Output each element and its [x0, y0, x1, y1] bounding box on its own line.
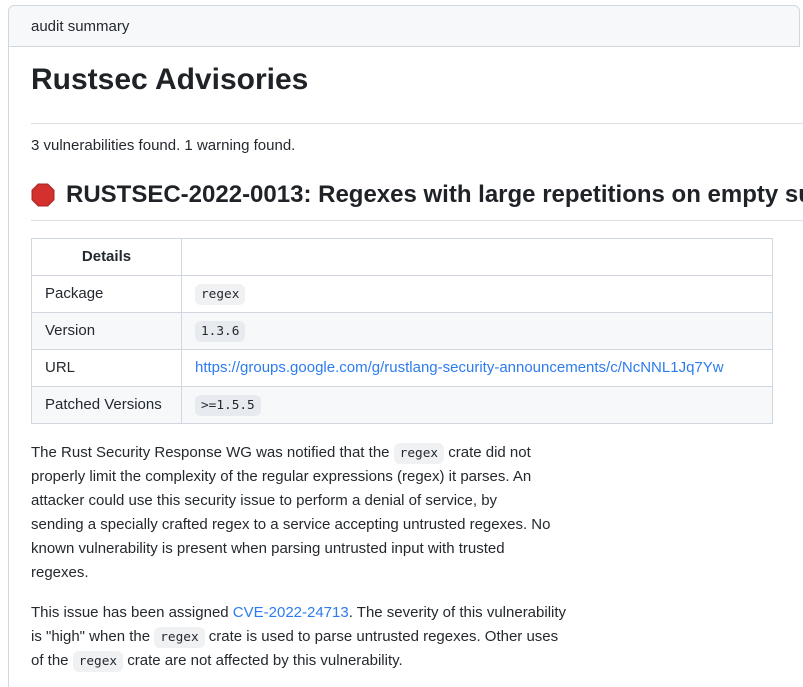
audit-summary-title: audit summary: [31, 18, 129, 35]
text-run: known vulnerability is present when pars…: [31, 540, 505, 557]
table-row: Version 1.3.6: [32, 313, 773, 350]
cve-link[interactable]: CVE-2022-24713: [233, 604, 349, 621]
detail-value: https://groups.google.com/g/rustlang-sec…: [182, 350, 773, 387]
stop-octagon-icon: [31, 183, 55, 207]
detail-value: regex: [182, 276, 773, 313]
advisory-heading-text: RUSTSEC-2022-0013: Regexes with large re…: [66, 180, 803, 210]
table-header-row: Details: [32, 239, 773, 276]
text-run: crate are not affected by this vulnerabi…: [123, 652, 403, 669]
inline-code: regex: [73, 651, 123, 672]
audit-summary-header[interactable]: audit summary: [8, 5, 800, 47]
text-run: is "high" when the: [31, 628, 154, 645]
detail-label: Package: [32, 276, 182, 313]
table-row: Package regex: [32, 276, 773, 313]
stop-octagon-shape: [32, 184, 54, 206]
inline-code: regex: [154, 627, 204, 648]
text-run: . The severity of this vulnerability: [349, 604, 566, 621]
inline-code: regex: [195, 284, 245, 305]
text-run: This issue has been assigned: [31, 604, 233, 621]
text-run: regexes.: [31, 564, 89, 581]
detail-value: >=1.5.5: [182, 387, 773, 424]
text-run: crate is used to parse untrusted regexes…: [205, 628, 559, 645]
inline-code: 1.3.6: [195, 321, 245, 342]
value-column-header: [182, 239, 773, 276]
detail-label: Patched Versions: [32, 387, 182, 424]
text-run: of the: [31, 652, 73, 669]
text-run: attacker could use this security issue t…: [31, 492, 497, 509]
advisory-description: The Rust Security Response WG was notifi…: [31, 441, 803, 673]
findings-summary: 3 vulnerabilities found. 1 warning found…: [31, 136, 803, 156]
advisory-details-table: Details Package regex Version 1.3.6 URL https…: [31, 238, 773, 424]
advisory-heading: RUSTSEC-2022-0013: Regexes with large re…: [31, 180, 803, 221]
advisory-url-link[interactable]: https://groups.google.com/g/rustlang-sec…: [195, 359, 724, 376]
text-run: properly limit the complexity of the reg…: [31, 468, 531, 485]
description-paragraph: The Rust Security Response WG was notifi…: [31, 441, 803, 585]
text-run: crate did not: [444, 444, 531, 461]
description-paragraph: This issue has been assigned CVE-2022-24…: [31, 601, 803, 673]
inline-code: >=1.5.5: [195, 395, 261, 416]
detail-value: 1.3.6: [182, 313, 773, 350]
page-title: Rustsec Advisories: [31, 61, 803, 124]
text-run: The Rust Security Response WG was notifi…: [31, 444, 394, 461]
audit-report-body: Rustsec Advisories 3 vulnerabilities fou…: [8, 47, 803, 687]
table-row: Patched Versions >=1.5.5: [32, 387, 773, 424]
text-run: sending a specially crafted regex to a s…: [31, 516, 550, 533]
inline-code: regex: [394, 443, 444, 464]
detail-label: Version: [32, 313, 182, 350]
details-column-header: Details: [32, 239, 182, 276]
table-row: URL https://groups.google.com/g/rustlang-…: [32, 350, 773, 387]
detail-label: URL: [32, 350, 182, 387]
